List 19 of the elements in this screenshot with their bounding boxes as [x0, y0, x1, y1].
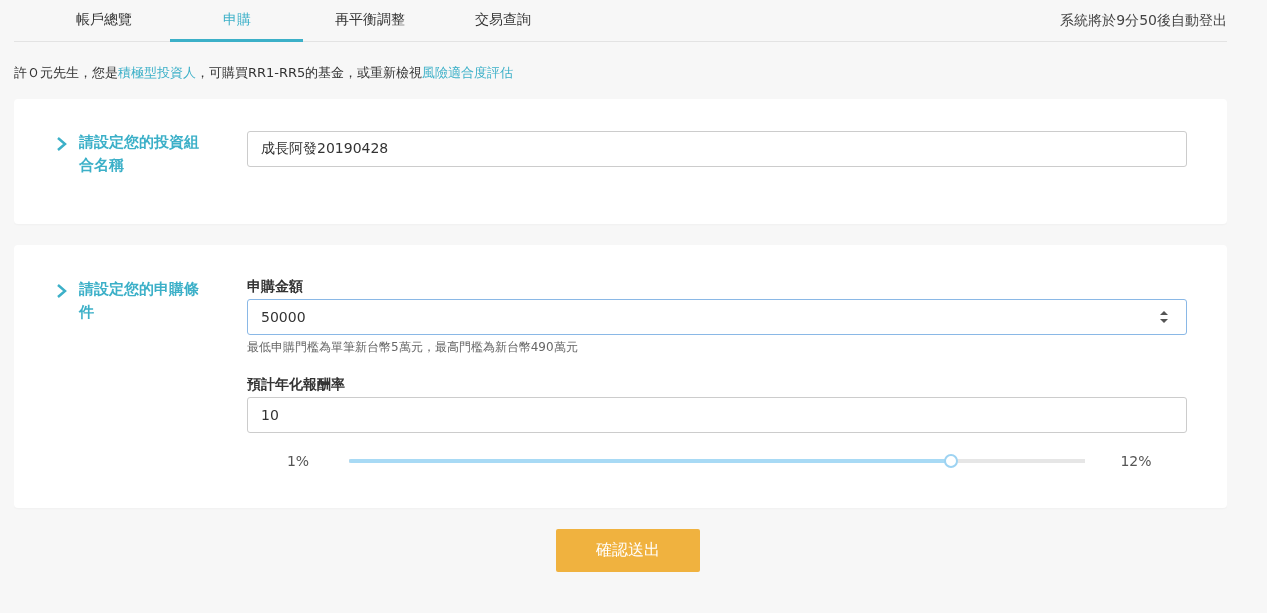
field-label: 申購金額	[247, 278, 304, 296]
field-label: 預計年化報酬率	[247, 376, 346, 394]
return-rate-field[interactable]: 10	[247, 397, 1187, 433]
chevron-icon	[55, 283, 69, 299]
spinner-icon[interactable]	[1159, 309, 1169, 325]
slider-thumb[interactable]	[944, 454, 959, 468]
amount-hint: 最低申購門檻為單筆新台幣5萬元，最高門檻為新台幣490萬元	[247, 339, 579, 356]
nav-tab[interactable]: 帳戶總覽	[37, 0, 170, 42]
amount-field[interactable]: 50000	[247, 299, 1187, 335]
portfolio-name-field[interactable]: 成長阿發20190428	[247, 131, 1187, 167]
slider-min-label: 1%	[285, 453, 311, 469]
slider-max-label: 12%	[1119, 453, 1153, 469]
section-title: 請設定您的投資組合名稱	[79, 132, 200, 176]
chevron-icon	[55, 136, 69, 152]
nav-tab[interactable]: 交易查詢	[436, 0, 569, 42]
logout-notice: 系統將於9分50後自動登出	[1060, 11, 1227, 30]
nav-tab[interactable]: 再平衡調整	[303, 0, 436, 42]
greeting-text: 許Ｏ元先生，您是積極型投資人，可購買RR1-RR5的基金，或重新檢視風險適合度評估	[14, 64, 515, 82]
section-title: 請設定您的申購條件	[79, 279, 200, 323]
